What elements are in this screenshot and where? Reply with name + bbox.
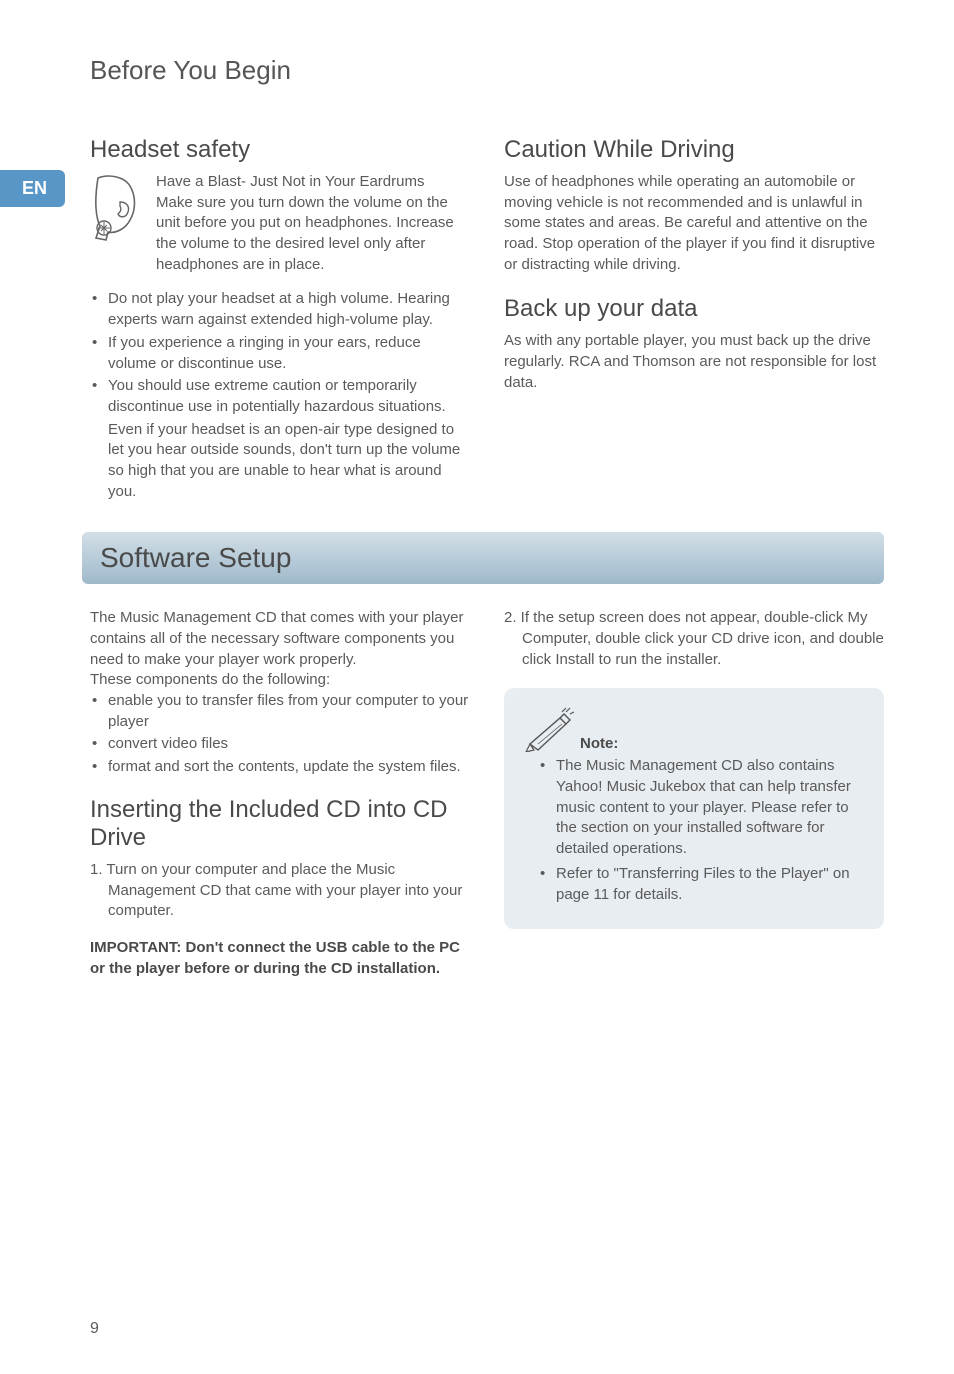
list-item: The Music Management CD also contains Ya… [540, 756, 864, 859]
headset-continuation: Even if your headset is an open-air type… [90, 420, 470, 503]
note-title: Note: [580, 735, 618, 752]
note-box: Note: The Music Management CD also conta… [504, 688, 884, 929]
list-item: You should use extreme caution or tempor… [90, 376, 470, 417]
software-left-col: The Music Management CD that comes with … [90, 608, 470, 979]
page-title: Before You Begin [90, 55, 884, 86]
step-2: 2. If the setup screen does not appear, … [504, 608, 884, 670]
inserting-cd-heading: Inserting the Included CD into CD Drive [90, 796, 470, 852]
caution-backup-section: Caution While Driving Use of headphones … [504, 136, 884, 502]
list-item: enable you to transfer files from your c… [90, 691, 470, 732]
language-tab: EN [0, 170, 65, 207]
headset-bullet-list: Do not play your headset at a high volum… [90, 289, 470, 417]
blast-body: Make sure you turn down the volume on th… [156, 193, 470, 276]
important-note: IMPORTANT: Don't connect the USB cable t… [90, 938, 470, 979]
list-item: Refer to "Transferring Files to the Play… [540, 864, 864, 905]
top-columns: Headset safety Have a Blast- Just Not in… [90, 136, 884, 502]
software-intro: The Music Management CD that comes with … [90, 608, 470, 670]
note-header-row: Note: [524, 706, 864, 752]
list-item: If you experience a ringing in your ears… [90, 333, 470, 374]
headset-intro-row: Have a Blast- Just Not in Your Eardrums … [90, 172, 470, 275]
page-number: 9 [90, 1320, 99, 1338]
backup-heading: Back up your data [504, 295, 884, 323]
headset-intro-text: Have a Blast- Just Not in Your Eardrums … [156, 172, 470, 275]
pen-note-icon [524, 706, 574, 752]
bottom-columns: The Music Management CD that comes with … [90, 608, 884, 979]
list-item: format and sort the contents, update the… [90, 757, 470, 778]
section-bar: Software Setup [82, 532, 884, 584]
caution-heading: Caution While Driving [504, 136, 884, 164]
note-list: The Music Management CD also contains Ya… [524, 756, 864, 905]
list-item: convert video files [90, 734, 470, 755]
software-setup-heading: Software Setup [100, 542, 866, 574]
blast-title: Have a Blast- Just Not in Your Eardrums [156, 172, 470, 193]
headset-safety-section: Headset safety Have a Blast- Just Not in… [90, 136, 470, 502]
step-1: 1. Turn on your computer and place the M… [90, 860, 470, 922]
list-item: Do not play your headset at a high volum… [90, 289, 470, 330]
page-content: Before You Begin Headset safety Have a B… [0, 0, 954, 1049]
backup-body: As with any portable player, you must ba… [504, 331, 884, 393]
components-lead: These components do the following: [90, 670, 470, 691]
components-list: enable you to transfer files from your c… [90, 691, 470, 778]
caution-body: Use of headphones while operating an aut… [504, 172, 884, 275]
software-right-col: 2. If the setup screen does not appear, … [504, 608, 884, 979]
head-ear-icon [90, 172, 146, 242]
headset-safety-heading: Headset safety [90, 136, 470, 164]
